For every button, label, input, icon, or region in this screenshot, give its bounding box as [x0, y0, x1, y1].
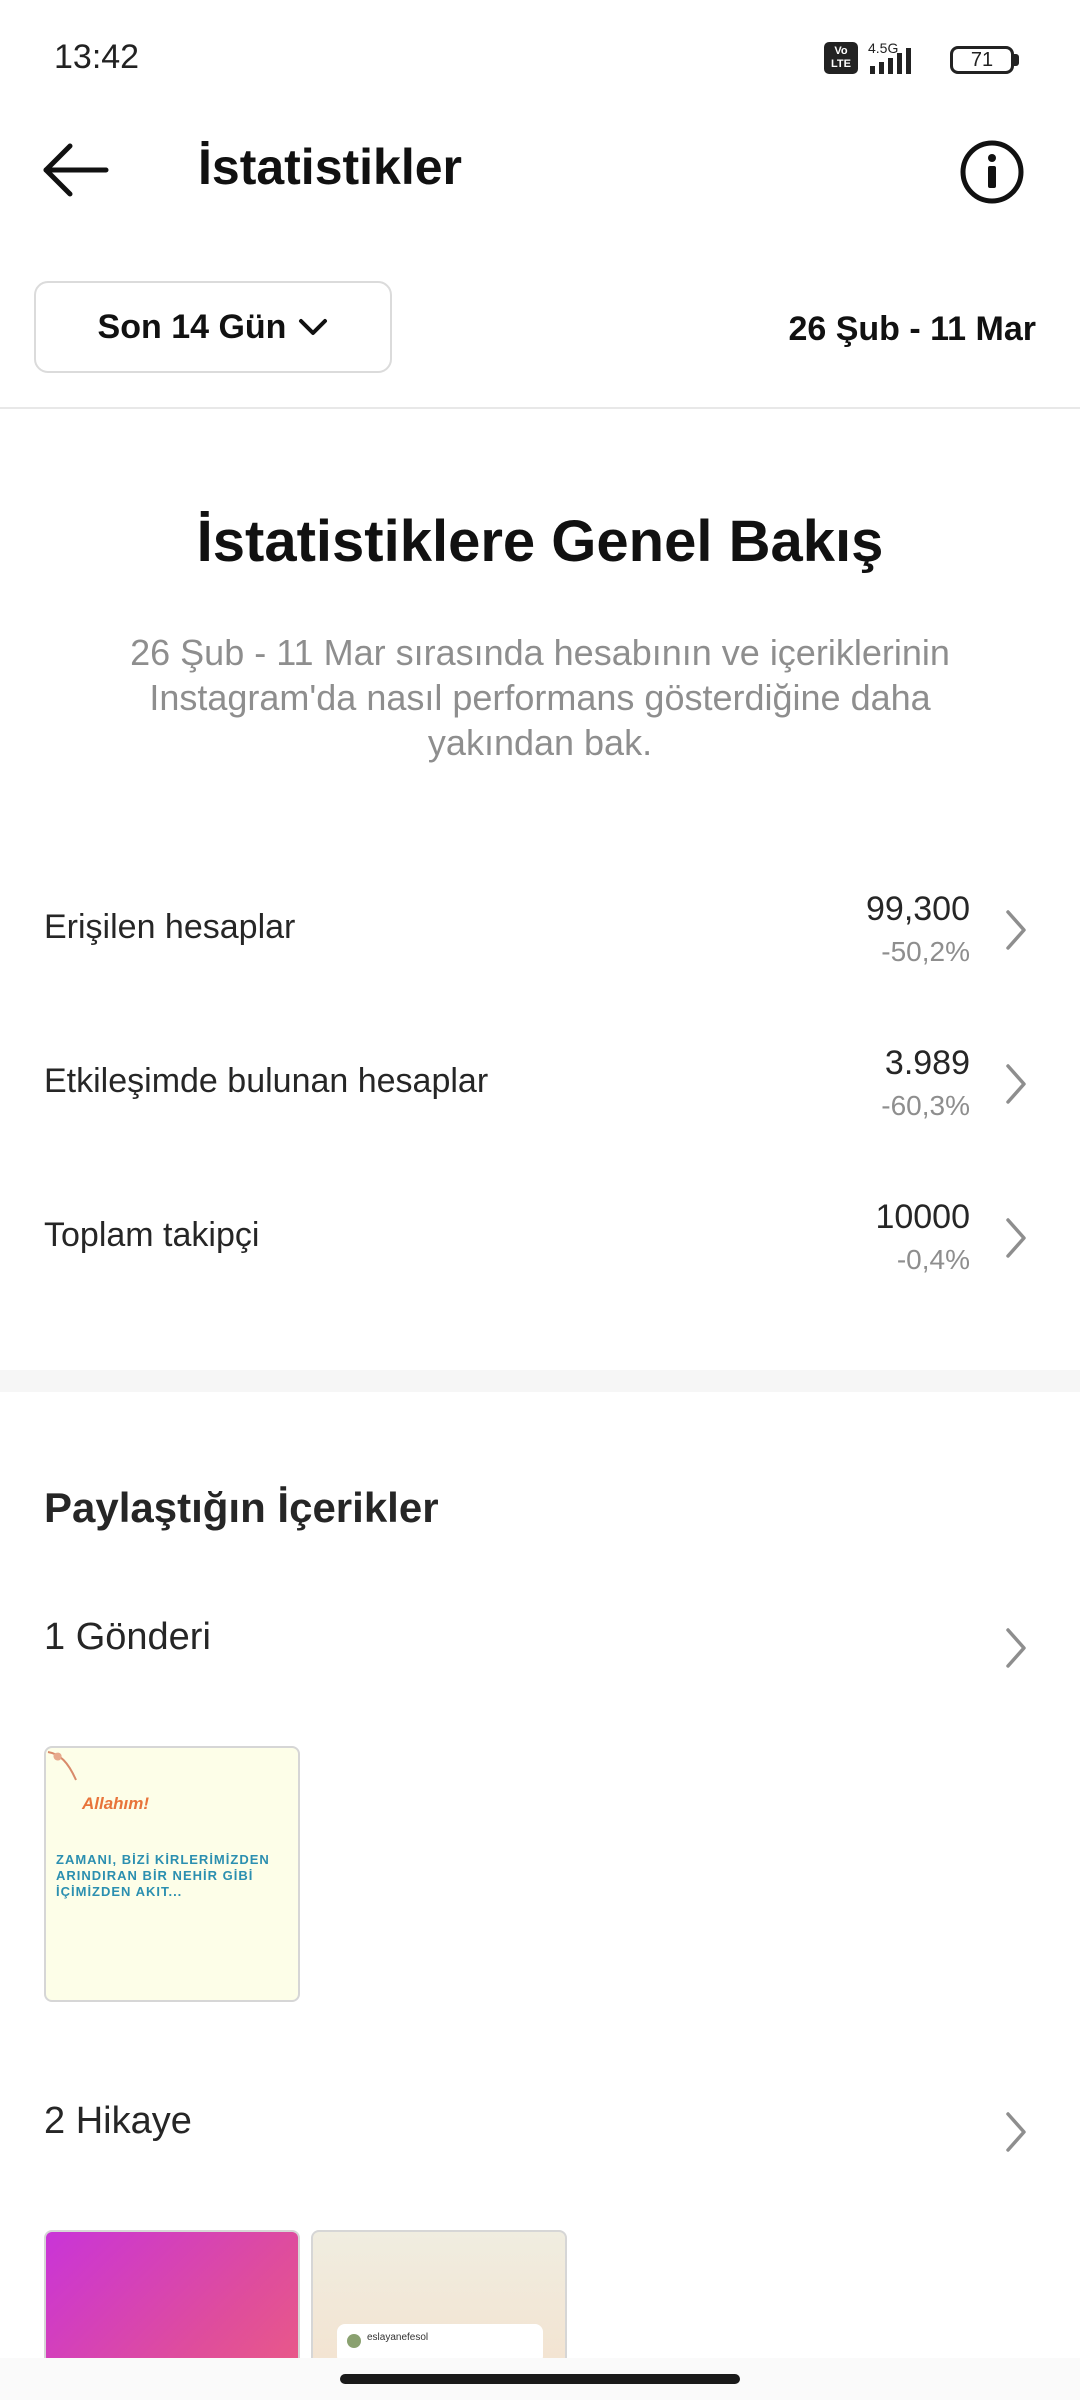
status-time: 13:42	[54, 38, 140, 76]
volte-icon: Vo LTE	[824, 42, 858, 74]
leaf-decoration-icon	[47, 1751, 77, 1781]
story-username: eslayanefesol	[367, 2332, 429, 2343]
posts-label: 1 Gönderi	[44, 1616, 211, 1658]
chevron-right-icon	[1006, 1218, 1026, 1258]
chevron-right-icon	[1006, 910, 1026, 950]
shared-content-title: Paylaştığın İçerikler	[44, 1484, 439, 1531]
section-separator	[0, 1370, 1080, 1392]
battery-tip	[1014, 54, 1019, 66]
metric-label: Erişilen hesaplar	[44, 908, 296, 946]
metric-row-reached-accounts[interactable]: Erişilen hesaplar 99,300 -50,2%	[0, 880, 1080, 1000]
metric-row-total-followers[interactable]: Toplam takipçi 10000 -0,4%	[0, 1188, 1080, 1308]
metric-change: -50,2%	[881, 936, 970, 967]
home-indicator[interactable]	[340, 2374, 740, 2384]
battery-icon: 71	[950, 46, 1014, 74]
date-range-text: 26 Şub - 11 Mar	[788, 310, 1036, 348]
metric-change: -0,4%	[896, 1244, 970, 1275]
date-range-dropdown[interactable]: Son 14 Gün	[34, 281, 392, 373]
info-circle-icon[interactable]	[958, 138, 1026, 206]
stories-row[interactable]: 2 Hikaye	[0, 2082, 1080, 2172]
status-bar: 13:42 Vo LTE 4.5G 71	[0, 0, 1080, 120]
metric-value: 99,300	[866, 890, 970, 928]
posts-row[interactable]: 1 Gönderi	[0, 1598, 1080, 1688]
metric-value: 10000	[875, 1198, 970, 1236]
stories-label: 2 Hikaye	[44, 2100, 192, 2142]
divider	[0, 407, 1080, 409]
page-title: İstatistikler	[198, 139, 463, 195]
chevron-right-icon	[1006, 1628, 1026, 1668]
date-range-dropdown-label: Son 14 Gün	[97, 307, 287, 346]
avatar	[347, 2334, 361, 2348]
metric-label: Toplam takipçi	[44, 1216, 260, 1254]
post-heading: Allahım!	[82, 1794, 150, 1813]
overview-description: 26 Şub - 11 Mar sırasında hesabının ve i…	[130, 632, 950, 763]
story-thumbnail[interactable]	[44, 2230, 300, 2360]
chevron-right-icon	[1006, 1064, 1026, 1104]
metric-row-engaged-accounts[interactable]: Etkileşimde bulunan hesaplar 3.989 -60,3…	[0, 1034, 1080, 1154]
post-body-text: ZAMANI, BİZİ KİRLERİMİZDEN ARINDIRAN BİR…	[56, 1852, 270, 1899]
overview-title: İstatistiklere Genel Bakış	[196, 509, 884, 574]
story-card: eslayanefesol	[337, 2324, 543, 2358]
post-thumbnail[interactable]: Allahım! ZAMANI, BİZİ KİRLERİMİZDEN ARIN…	[44, 1746, 300, 2002]
chevron-right-icon	[1006, 2112, 1026, 2152]
arrow-left-icon[interactable]	[40, 140, 112, 200]
signal-icon	[870, 48, 911, 74]
story-thumbnail[interactable]: eslayanefesol	[311, 2230, 567, 2360]
metric-value: 3.989	[884, 1044, 970, 1082]
metric-change: -60,3%	[881, 1090, 970, 1121]
metric-label: Etkileşimde bulunan hesaplar	[44, 1062, 489, 1100]
chevron-down-icon	[299, 319, 328, 335]
